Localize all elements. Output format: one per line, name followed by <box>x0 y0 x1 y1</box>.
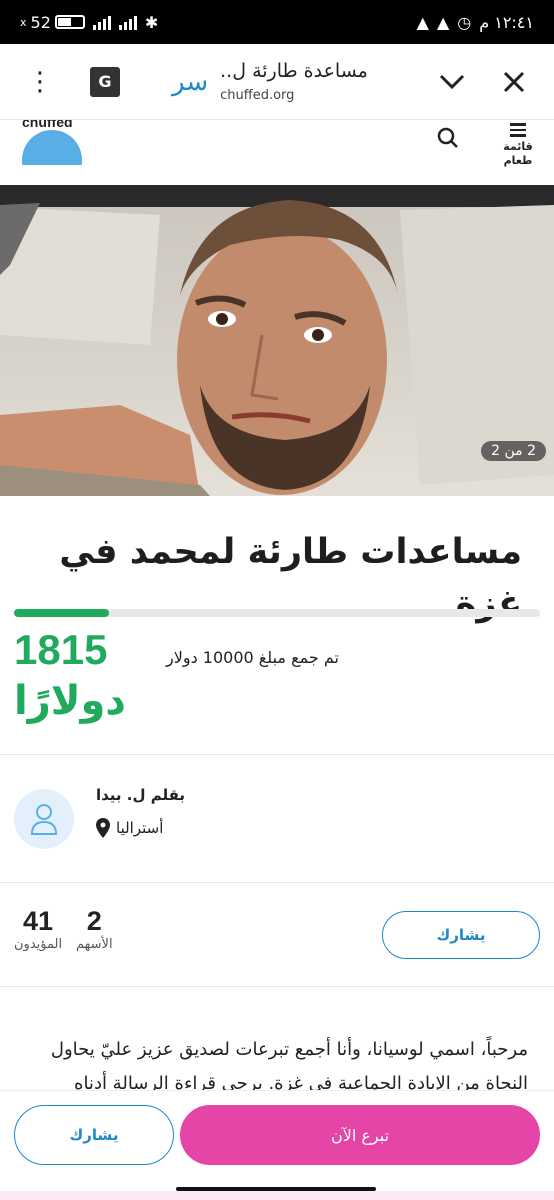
site-header: chuffed قائمة طعام <box>0 120 554 185</box>
location-pin-icon <box>96 818 110 838</box>
site-logo-icon: سر <box>172 66 209 97</box>
shares-stat: 2 الأسهم <box>76 906 113 952</box>
status-bar: x 52 ✱ ▲ ▲ ◷ ١٢:٤١ م <box>0 0 554 44</box>
user-icon <box>30 804 58 835</box>
bottom-action-bar: يشارك تبرع الآن <box>0 1090 554 1200</box>
charging-icon: x <box>20 15 27 29</box>
supporters-count: 41 <box>23 906 54 936</box>
supporters-label: المؤيدون <box>14 937 63 952</box>
divider <box>0 754 554 755</box>
home-indicator[interactable] <box>176 1187 376 1191</box>
warning-icon-2: ▲ <box>436 12 450 32</box>
bottom-share-button[interactable]: يشارك <box>14 1105 174 1165</box>
organizer-name[interactable]: بقلم ل. بيدا <box>96 786 185 804</box>
page-title: مساعدة طارئة ل.. <box>220 60 368 82</box>
browser-title-area[interactable]: G سر مساعدة طارئة ل.. chuffed.org <box>90 60 430 103</box>
chuffed-logo[interactable]: chuffed <box>22 120 82 165</box>
progress-bar-fill <box>14 609 109 617</box>
chevron-down-icon[interactable] <box>430 60 474 104</box>
avatar[interactable] <box>14 789 74 849</box>
menu-button[interactable]: قائمة طعام <box>498 120 538 168</box>
shares-label: الأسهم <box>76 937 113 952</box>
browser-toolbar: ⋮ G سر مساعدة طارئة ل.. chuffed.org <box>0 44 554 120</box>
supporters-stat: 41 المؤيدون <box>14 906 62 952</box>
campaign-photo[interactable]: 2 من 2 <box>0 185 554 496</box>
battery-icon <box>54 15 85 29</box>
close-icon[interactable] <box>492 60 536 104</box>
status-time: ١٢:٤١ م <box>479 12 534 32</box>
status-right: ▲ ▲ ◷ ١٢:٤١ م <box>417 13 534 32</box>
more-options-icon[interactable]: ⋮ <box>18 60 62 104</box>
divider <box>0 986 554 987</box>
location-label: أستراليا <box>116 819 164 837</box>
battery-indicator: x 52 <box>20 13 85 32</box>
raised-amount: 1815 <box>14 626 108 673</box>
goal-text: تم جمع مبلغ 10000 دولار <box>166 648 339 667</box>
warning-icon: ▲ <box>416 12 429 32</box>
translate-icon[interactable]: G <box>90 66 120 97</box>
status-left: x 52 ✱ <box>20 13 158 32</box>
photo-illustration <box>0 185 554 496</box>
shares-count: 2 <box>86 906 102 936</box>
organizer-location: أستراليا <box>96 818 163 838</box>
page-info: مساعدة طارئة ل.. chuffed.org <box>220 60 368 103</box>
share-button[interactable]: يشارك <box>382 911 540 959</box>
battery-level: 52 <box>30 12 51 32</box>
donate-now-button[interactable]: تبرع الآن <box>180 1105 540 1165</box>
alarm-icon: ◷ <box>457 12 472 32</box>
menu-label: قائمة طعام <box>503 139 533 167</box>
logo-circle <box>22 130 82 165</box>
campaign-story: مرحباً، اسمي لوسيانا، وأنا أجمع تبرعات ل… <box>50 1039 528 1093</box>
raised-currency: دولارًا <box>14 678 126 724</box>
hamburger-icon <box>510 123 526 137</box>
signal-icon-2 <box>118 14 137 30</box>
search-icon[interactable] <box>436 126 460 150</box>
bottom-strip <box>0 1191 554 1200</box>
photo-counter-badge: 2 من 2 <box>481 441 546 461</box>
page-url: chuffed.org <box>220 88 295 103</box>
divider <box>0 882 554 883</box>
bluetooth-icon: ✱ <box>144 12 159 32</box>
signal-icon <box>92 14 111 30</box>
brand-name: chuffed <box>22 120 73 130</box>
